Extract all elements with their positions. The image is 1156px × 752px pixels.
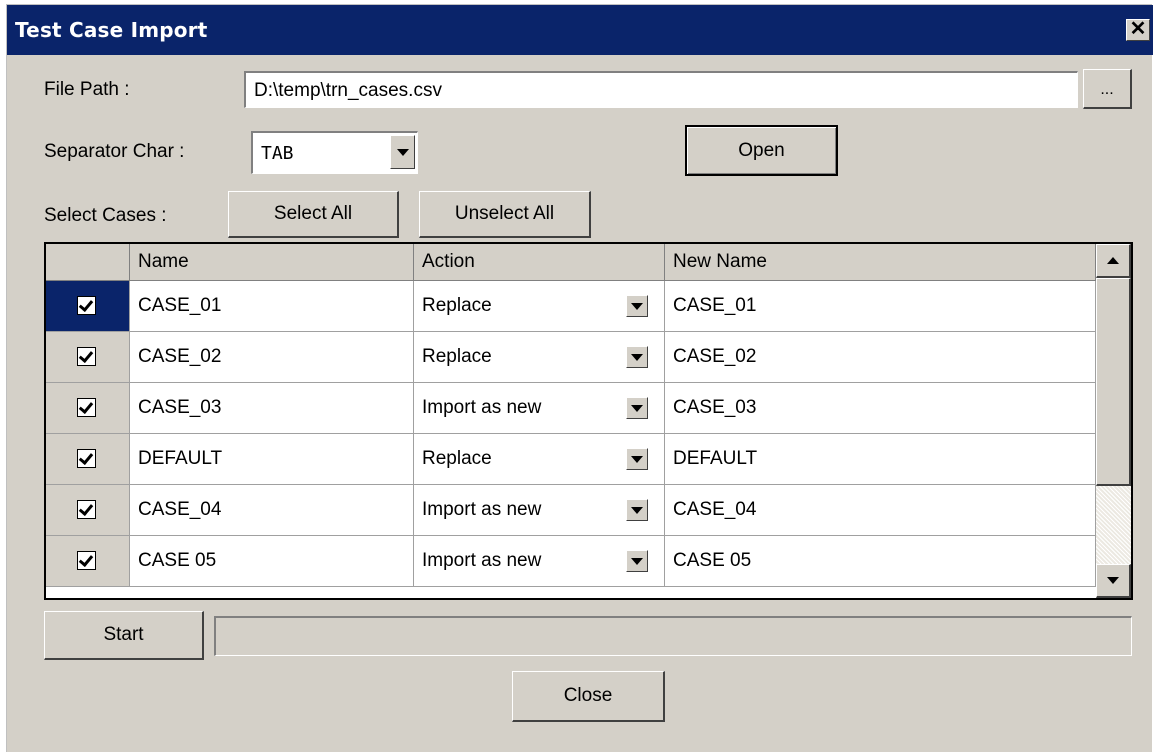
table-row[interactable]: CASE 05 Import as new CASE 05	[46, 536, 1096, 587]
row-checkbox-cell[interactable]	[46, 434, 130, 485]
row-checkbox-cell[interactable]	[46, 485, 130, 536]
action-cell[interactable]: Replace	[414, 332, 665, 383]
unselect-all-button[interactable]: Unselect All	[419, 191, 591, 238]
case-name-cell: CASE_01	[130, 281, 414, 332]
chevron-down-icon[interactable]	[626, 448, 648, 470]
column-header-action[interactable]: Action	[414, 244, 665, 281]
title-bar[interactable]: Test Case Import ✕	[7, 5, 1153, 55]
window-title: Test Case Import	[15, 18, 208, 42]
checkbox-checked-icon[interactable]	[77, 296, 96, 315]
vertical-scrollbar[interactable]	[1096, 244, 1131, 598]
checkbox-checked-icon[interactable]	[77, 347, 96, 366]
column-header-new-name[interactable]: New Name	[665, 244, 1096, 281]
chevron-down-icon[interactable]	[626, 499, 648, 521]
row-checkbox-cell[interactable]	[46, 536, 130, 587]
action-value: Import as new	[422, 499, 542, 520]
action-cell[interactable]: Import as new	[414, 536, 665, 587]
checkbox-checked-icon[interactable]	[77, 398, 96, 417]
table-row[interactable]: CASE_02 Replace CASE_02	[46, 332, 1096, 383]
table-row[interactable]: CASE_01 Replace CASE_01	[46, 281, 1096, 332]
table-row[interactable]: CASE_03 Import as new CASE_03	[46, 383, 1096, 434]
cases-grid[interactable]: Name Action New Name CASE_01 Replace CAS…	[44, 242, 1133, 600]
action-value: Replace	[422, 448, 492, 469]
browse-button[interactable]: ...	[1083, 69, 1132, 109]
action-value: Import as new	[422, 550, 542, 571]
table-row[interactable]: CASE_04 Import as new CASE_04	[46, 485, 1096, 536]
column-header-select	[46, 244, 130, 281]
action-value: Replace	[422, 295, 492, 316]
file-path-input[interactable]: D:\temp\trn_cases.csv	[244, 71, 1078, 108]
new-name-cell[interactable]: CASE 05	[665, 536, 1096, 587]
chevron-down-icon[interactable]	[390, 135, 415, 169]
row-checkbox-cell[interactable]	[46, 383, 130, 434]
action-cell[interactable]: Import as new	[414, 383, 665, 434]
new-name-cell[interactable]: CASE_04	[665, 485, 1096, 536]
scrollbar-thumb[interactable]	[1096, 278, 1131, 486]
scroll-down-icon[interactable]	[1096, 564, 1131, 598]
row-checkbox-cell[interactable]	[46, 332, 130, 383]
start-button[interactable]: Start	[44, 611, 204, 660]
scrollbar-track[interactable]	[1096, 486, 1131, 564]
separator-value: TAB	[261, 143, 294, 164]
checkbox-checked-icon[interactable]	[77, 500, 96, 519]
separator-select[interactable]: TAB	[251, 131, 418, 174]
case-name-cell: CASE_04	[130, 485, 414, 536]
table-row[interactable]: DEFAULT Replace DEFAULT	[46, 434, 1096, 485]
new-name-cell[interactable]: CASE_01	[665, 281, 1096, 332]
case-name-cell: CASE_02	[130, 332, 414, 383]
chevron-down-icon[interactable]	[626, 550, 648, 572]
select-cases-label: Select Cases :	[44, 205, 167, 226]
checkbox-checked-icon[interactable]	[77, 551, 96, 570]
action-value: Replace	[422, 346, 492, 367]
file-path-value: D:\temp\trn_cases.csv	[254, 80, 442, 101]
action-value: Import as new	[422, 397, 542, 418]
file-path-label: File Path :	[44, 79, 130, 100]
row-checkbox-cell[interactable]	[46, 281, 130, 332]
case-name-cell: CASE_03	[130, 383, 414, 434]
case-name-cell: DEFAULT	[130, 434, 414, 485]
column-header-name[interactable]: Name	[130, 244, 414, 281]
open-button[interactable]: Open	[685, 125, 838, 176]
select-all-button[interactable]: Select All	[228, 191, 399, 238]
action-cell[interactable]: Replace	[414, 434, 665, 485]
separator-label: Separator Char :	[44, 141, 185, 162]
action-cell[interactable]: Replace	[414, 281, 665, 332]
chevron-down-icon[interactable]	[626, 346, 648, 368]
new-name-cell[interactable]: CASE_02	[665, 332, 1096, 383]
close-button[interactable]: Close	[512, 671, 665, 722]
progress-bar	[214, 616, 1132, 656]
chevron-down-icon[interactable]	[626, 295, 648, 317]
case-name-cell: CASE 05	[130, 536, 414, 587]
action-cell[interactable]: Import as new	[414, 485, 665, 536]
chevron-down-icon[interactable]	[626, 397, 648, 419]
test-case-import-dialog: Test Case Import ✕ File Path : D:\temp\t…	[6, 4, 1153, 752]
scroll-up-icon[interactable]	[1096, 244, 1131, 278]
new-name-cell[interactable]: DEFAULT	[665, 434, 1096, 485]
checkbox-checked-icon[interactable]	[77, 449, 96, 468]
new-name-cell[interactable]: CASE_03	[665, 383, 1096, 434]
close-icon[interactable]: ✕	[1126, 19, 1150, 41]
